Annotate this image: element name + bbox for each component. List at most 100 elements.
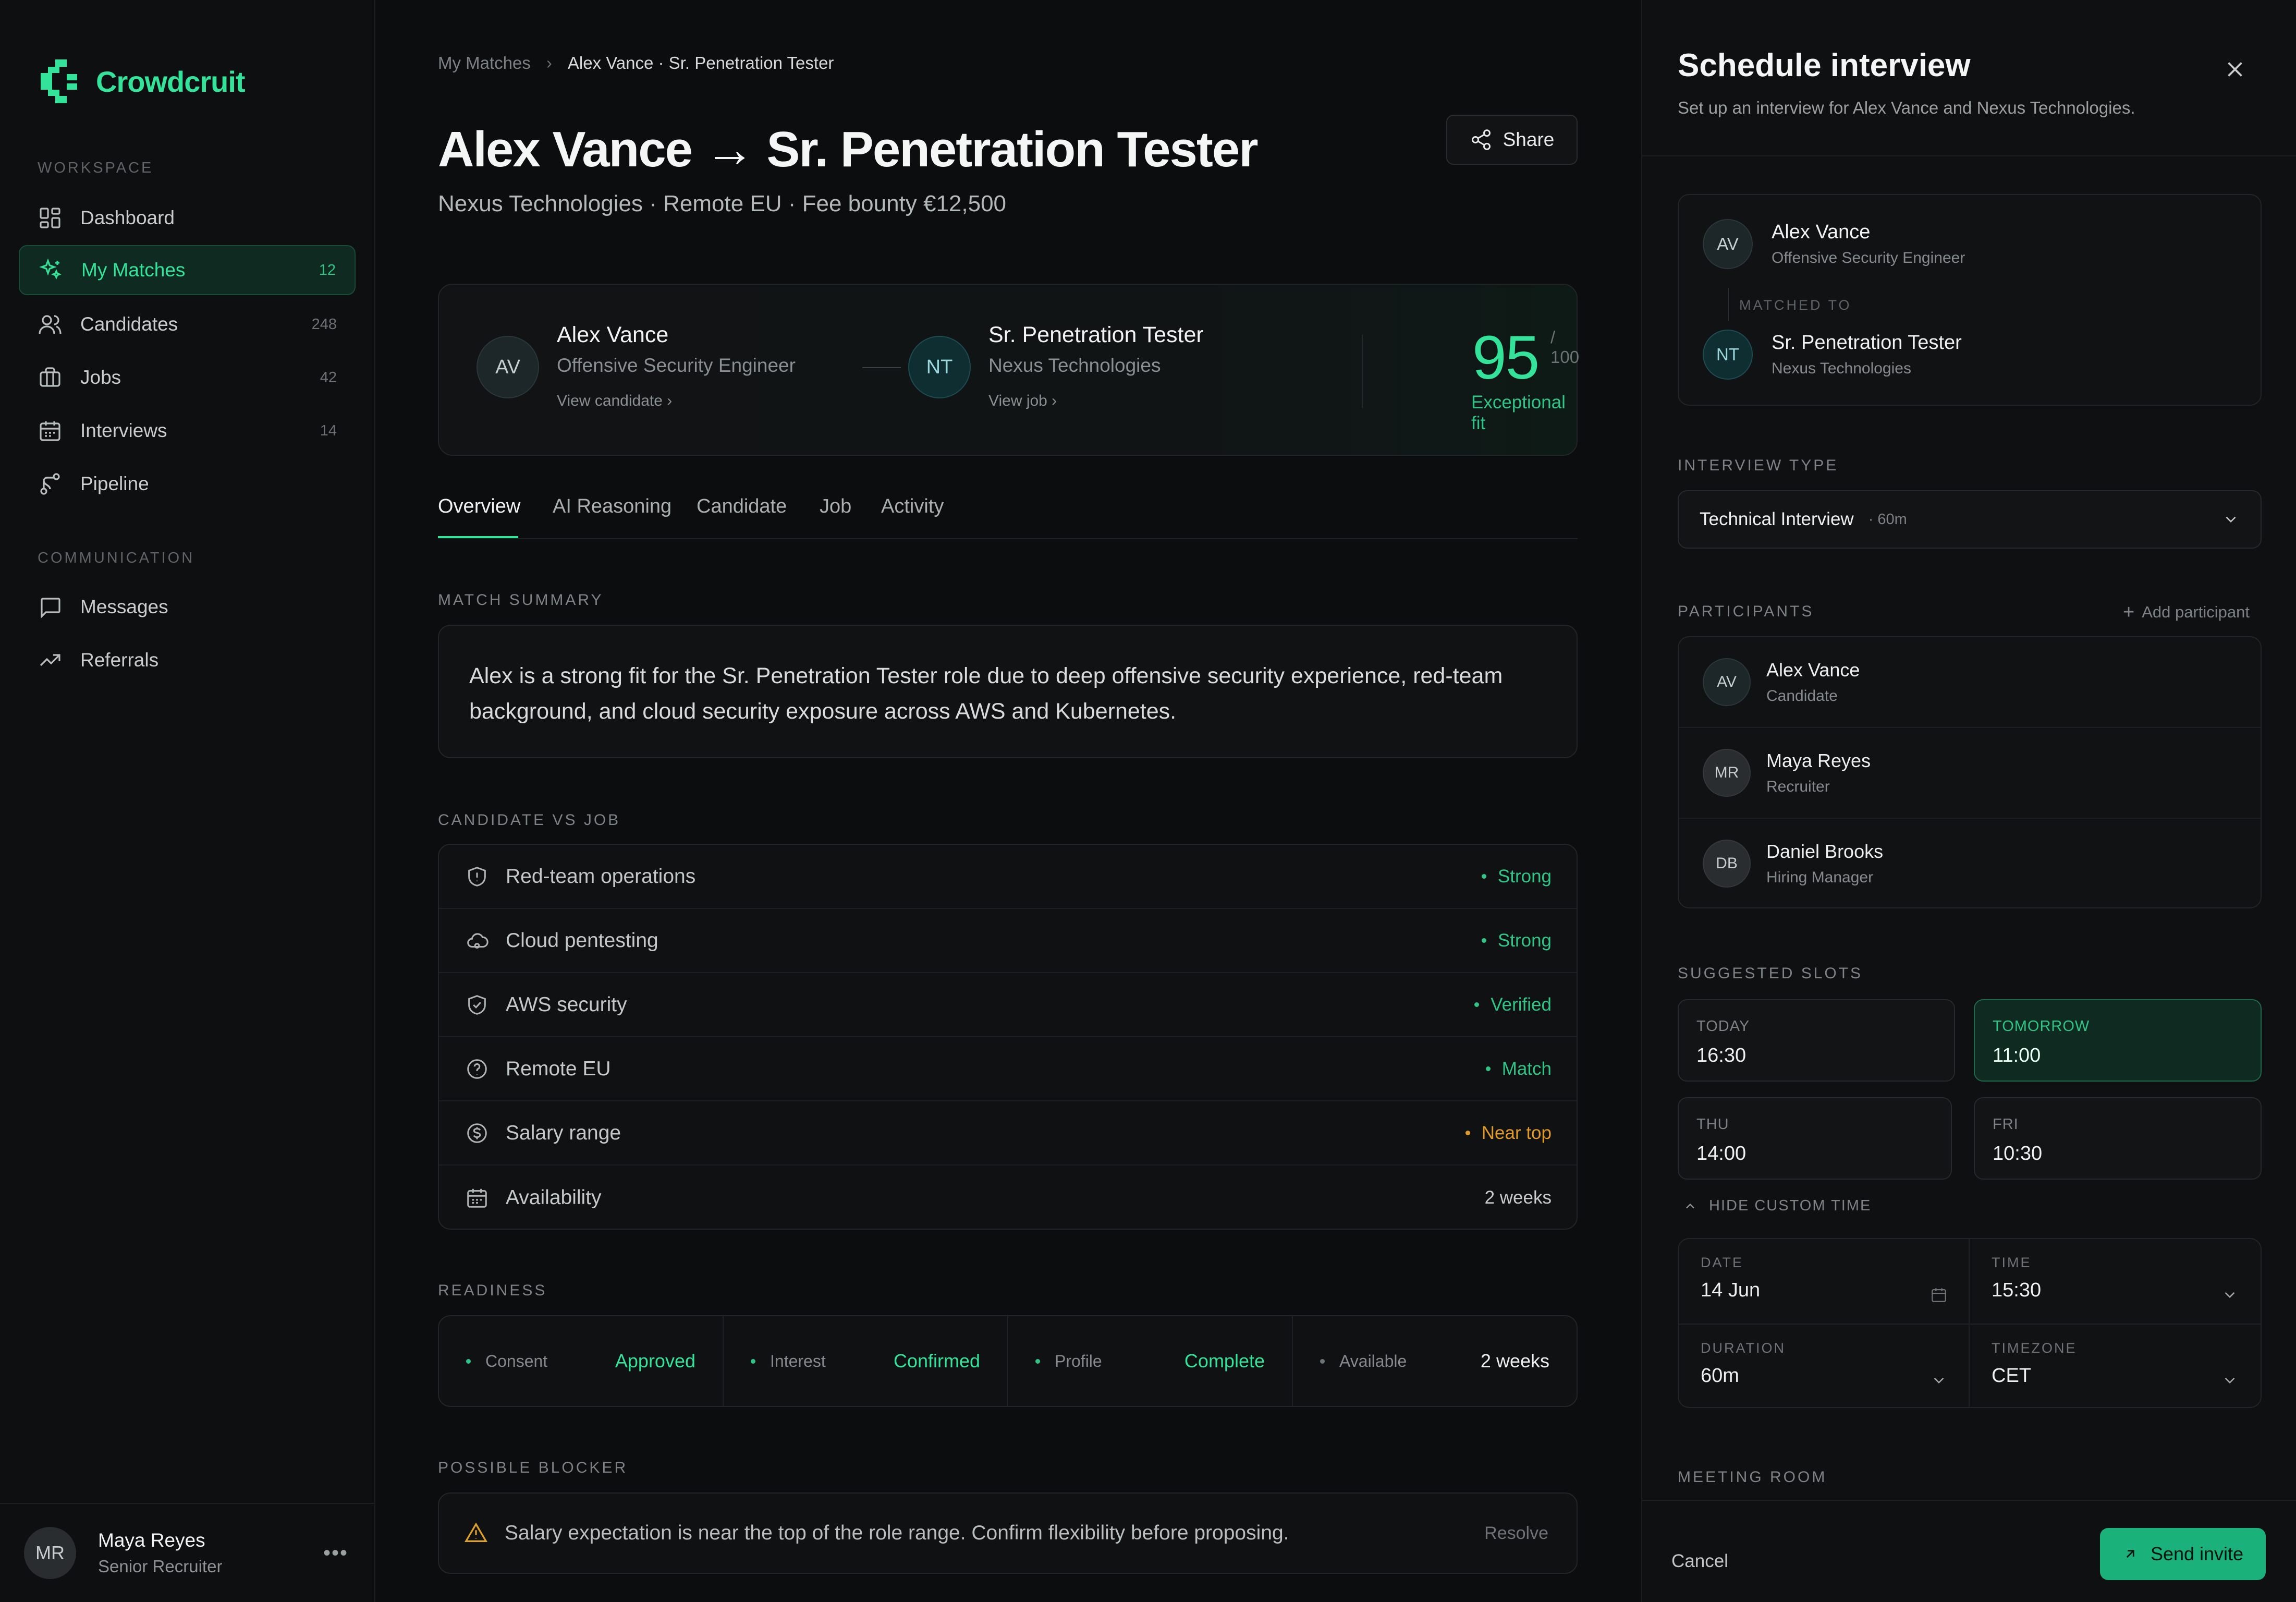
participant-row[interactable]: MR Maya Reyes Recruiter [1679, 728, 2261, 819]
sidebar-item-count: 42 [320, 369, 337, 386]
sidebar-item-jobs[interactable]: Jobs 42 [19, 353, 356, 403]
share-button[interactable]: Share [1446, 115, 1578, 165]
panel-header: Schedule interview Set up an interview f… [1642, 0, 2296, 156]
status-text: Near top [1481, 1122, 1552, 1143]
sidebar-item-messages[interactable]: Messages [19, 582, 356, 632]
participant-row[interactable]: DB Daniel Brooks Hiring Manager [1679, 819, 2261, 907]
chevron-down-icon [2225, 1292, 2235, 1298]
readiness-key: Available [1320, 1352, 1407, 1371]
breadcrumb-current: Alex Vance · Sr. Penetration Tester [567, 53, 834, 72]
plus-icon: + [2123, 601, 2135, 623]
divider [1679, 1324, 2261, 1325]
sidebar-item-my-matches[interactable]: My Matches 12 [19, 245, 356, 295]
match-score: 95 [1472, 323, 1540, 392]
view-candidate-link[interactable]: View candidate › [557, 392, 672, 410]
criterion-label: Red-team operations [506, 865, 696, 888]
sparkle-icon [39, 258, 64, 283]
slot-option[interactable]: FRI 10:30 [1974, 1097, 2262, 1180]
slot-option[interactable]: THU 14:00 [1678, 1097, 1952, 1180]
list-item: Salary range Near top [439, 1101, 1577, 1166]
slot-option[interactable]: TODAY 16:30 [1678, 999, 1955, 1082]
crowdcruit-logo-icon [41, 59, 77, 103]
dashboard-icon [38, 205, 63, 230]
breadcrumb: My Matches › Alex Vance · Sr. Penetratio… [438, 53, 834, 73]
criterion-label: AWS security [506, 993, 627, 1016]
participant-name: Daniel Brooks [1766, 841, 1884, 862]
readiness-value: Complete [1184, 1350, 1265, 1372]
more-menu-button[interactable]: ••• [323, 1542, 348, 1565]
list-item: Red-team operations Strong [439, 845, 1577, 909]
readiness-panel: Consent Approved Interest Confirmed Prof… [438, 1315, 1578, 1407]
readiness-value: Confirmed [893, 1350, 980, 1372]
job-avatar: NT [908, 336, 971, 398]
slot-time: 10:30 [1993, 1143, 2043, 1164]
status-text: 2 weeks [1484, 1187, 1552, 1208]
breadcrumb-separator: › [546, 53, 552, 72]
tab-bar: Overview AI Reasoning Candidate Job Acti… [438, 492, 1578, 539]
time-value: 15:30 [1992, 1279, 2042, 1301]
duration-label: DURATION [1701, 1340, 1786, 1356]
participant-name: Alex Vance [1766, 659, 1860, 681]
resolve-button[interactable]: Resolve [1484, 1523, 1548, 1544]
sidebar-item-label: Interviews [80, 420, 167, 441]
logo[interactable]: Crowdcruit [41, 56, 246, 106]
possible-blocker: Salary expectation is near the top of th… [438, 1492, 1578, 1574]
main-content: My Matches › Alex Vance · Sr. Penetratio… [376, 0, 1641, 1602]
close-icon[interactable] [2222, 56, 2248, 82]
tab-activity[interactable]: Activity [881, 495, 944, 518]
tab-ai-reasoning[interactable]: AI Reasoning [553, 495, 671, 518]
add-participant-label: Add participant [2142, 603, 2250, 621]
send-invite-button[interactable]: Send invite [2100, 1528, 2266, 1580]
share-icon [1471, 129, 1491, 150]
pipeline-icon [38, 471, 63, 496]
participant-row[interactable]: AV Alex Vance Candidate [1679, 637, 2261, 728]
time-field[interactable]: TIME 15:30 [1970, 1239, 2260, 1324]
list-item: Remote EU Match [439, 1037, 1577, 1101]
status-text: Strong [1497, 930, 1552, 951]
slot-time: 11:00 [1993, 1045, 2041, 1066]
participants-label: PARTICIPANTS [1678, 603, 1814, 620]
sidebar-item-referrals[interactable]: Referrals [19, 635, 356, 685]
readiness-key: Interest [751, 1352, 826, 1371]
time-label: TIME [1992, 1255, 2032, 1270]
readiness-key-text: Available [1339, 1351, 1407, 1370]
chevron-down-icon [2226, 516, 2236, 523]
panel-match-summary: AV Alex Vance Offensive Security Enginee… [1678, 194, 2262, 406]
slot-day: FRI [1993, 1116, 2019, 1133]
match-summary: Alex is a strong fit for the Sr. Penetra… [438, 625, 1578, 758]
participant-role: Hiring Manager [1766, 869, 1874, 886]
match-summary-label: MATCH SUMMARY [438, 591, 604, 609]
view-job-link[interactable]: View job › [988, 392, 1057, 410]
chevron-down-icon [1934, 1377, 1944, 1384]
add-participant-button[interactable]: + Add participant [2123, 601, 2250, 623]
candidate-vs-job-label: CANDIDATE VS JOB [438, 811, 621, 829]
cancel-button[interactable]: Cancel [1671, 1551, 1728, 1572]
tab-overview[interactable]: Overview [438, 495, 520, 518]
sidebar-item-dashboard[interactable]: Dashboard [19, 193, 356, 243]
interview-type-value: Technical Interview [1700, 509, 1854, 529]
share-label: Share [1503, 129, 1555, 150]
slot-day: THU [1696, 1116, 1729, 1133]
tab-job[interactable]: Job [820, 495, 851, 518]
tab-candidate[interactable]: Candidate [697, 495, 787, 518]
slot-option-selected[interactable]: TOMORROW 11:00 [1974, 999, 2262, 1082]
date-field[interactable]: DATE 14 Jun [1679, 1239, 1969, 1324]
participants-list: AV Alex Vance Candidate MR Maya Reyes Re… [1678, 636, 2262, 908]
timezone-field[interactable]: TIMEZONE CET [1970, 1325, 2260, 1407]
sidebar-item-pipeline[interactable]: Pipeline [19, 459, 356, 509]
interview-type-select[interactable]: Technical Interview · 60m [1678, 490, 2262, 549]
sidebar-item-interviews[interactable]: Interviews 14 [19, 406, 356, 456]
hide-custom-time-toggle[interactable]: HIDE CUSTOM TIME [1683, 1197, 1871, 1215]
status-text: Strong [1497, 866, 1552, 887]
breadcrumb-parent[interactable]: My Matches [438, 53, 531, 73]
user-role: Senior Recruiter [98, 1557, 223, 1576]
candidate-avatar: AV [477, 336, 539, 398]
readiness-key-text: Interest [770, 1351, 826, 1370]
chevron-down-icon [2225, 1377, 2235, 1384]
candidate-role: Offensive Security Engineer [557, 355, 796, 376]
current-user[interactable]: MR Maya Reyes Senior Recruiter ••• [0, 1503, 374, 1602]
readiness-item: Profile Complete [1008, 1316, 1293, 1406]
duration-field[interactable]: DURATION 60m [1679, 1325, 1969, 1407]
sidebar-item-candidates[interactable]: Candidates 248 [19, 299, 356, 349]
candidate-role: Offensive Security Engineer [1772, 249, 1965, 266]
